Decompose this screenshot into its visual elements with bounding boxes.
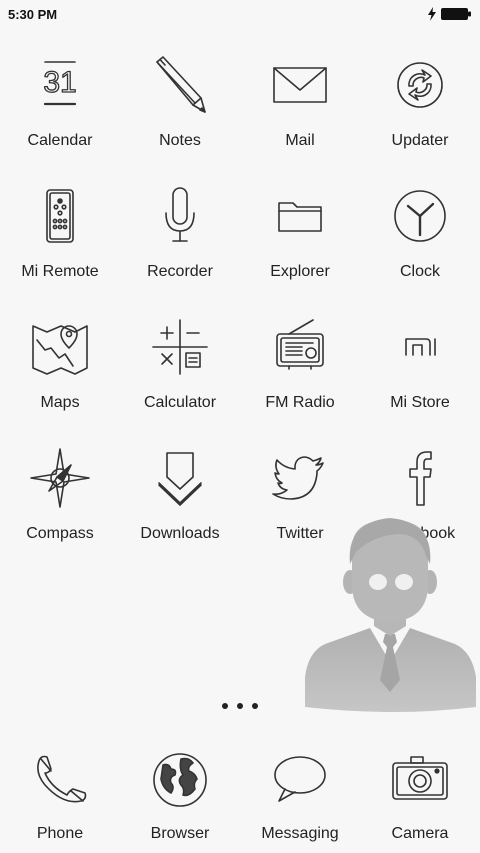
- page-dot[interactable]: [222, 703, 228, 709]
- camera-icon: [385, 745, 455, 815]
- twitter-bird-icon: [265, 443, 335, 513]
- dock-messaging[interactable]: Messaging: [240, 745, 360, 843]
- app-label: Browser: [150, 825, 210, 842]
- speech-bubble-icon: [265, 745, 335, 815]
- calendar-icon: 31: [25, 50, 95, 120]
- charging-bolt-icon: [428, 7, 436, 21]
- radio-icon: [265, 312, 335, 382]
- clock-icon: [385, 181, 455, 251]
- app-compass[interactable]: Compass: [0, 437, 120, 568]
- app-label: Mi Store: [390, 394, 450, 411]
- globe-icon: [145, 745, 215, 815]
- app-clock[interactable]: Clock: [360, 175, 480, 306]
- status-bar: 5:30 PM: [0, 0, 480, 28]
- app-label: Recorder: [147, 263, 213, 280]
- microphone-icon: [145, 181, 215, 251]
- dock-camera[interactable]: Camera: [360, 745, 480, 843]
- phone-handset-icon: [25, 745, 95, 815]
- page-dot-current[interactable]: [237, 703, 243, 709]
- app-label: Maps: [40, 394, 80, 411]
- app-label: Phone: [36, 825, 84, 842]
- app-label: Compass: [26, 525, 94, 542]
- facebook-f-icon: [385, 443, 455, 513]
- status-icons: [427, 7, 472, 21]
- page-dot[interactable]: [252, 703, 258, 709]
- compass-icon: [25, 443, 95, 513]
- page-indicator[interactable]: [0, 700, 480, 712]
- app-explorer[interactable]: Explorer: [240, 175, 360, 306]
- app-mi-remote[interactable]: Mi Remote: [0, 175, 120, 306]
- app-label: Clock: [399, 263, 440, 280]
- app-mi-store[interactable]: Mi Store: [360, 306, 480, 437]
- status-time: 5:30 PM: [8, 6, 58, 22]
- pencil-icon: [145, 50, 215, 120]
- app-label: Mail: [285, 132, 315, 149]
- dock-browser[interactable]: Browser: [120, 745, 240, 843]
- app-notes[interactable]: Notes: [120, 44, 240, 175]
- app-grid: 31 Calendar Notes Mail Updater Mi Remote…: [0, 44, 480, 568]
- app-calculator[interactable]: Calculator: [120, 306, 240, 437]
- app-fm-radio[interactable]: FM Radio: [240, 306, 360, 437]
- app-downloads[interactable]: Downloads: [120, 437, 240, 568]
- envelope-icon: [265, 50, 335, 120]
- app-label: Explorer: [270, 263, 330, 280]
- download-icon: [145, 443, 215, 513]
- calendar-icon-svg: 31: [43, 61, 77, 106]
- app-label: Downloads: [140, 525, 220, 542]
- app-label: Mi Remote: [21, 263, 99, 280]
- mi-logo-icon: [385, 312, 455, 382]
- app-updater[interactable]: Updater: [360, 44, 480, 175]
- dock-phone[interactable]: Phone: [0, 745, 120, 843]
- app-mail[interactable]: Mail: [240, 44, 360, 175]
- app-recorder[interactable]: Recorder: [120, 175, 240, 306]
- refresh-icon: [385, 50, 455, 120]
- app-label: Camera: [391, 825, 449, 842]
- remote-icon: [25, 181, 95, 251]
- app-label: FM Radio: [265, 394, 335, 411]
- app-label: Notes: [159, 132, 201, 149]
- battery-icon: [441, 8, 471, 20]
- app-label: Messaging: [261, 825, 339, 842]
- app-label: Calculator: [143, 394, 217, 411]
- app-label: Calendar: [27, 132, 93, 149]
- folder-icon: [265, 181, 335, 251]
- calculator-icon: [145, 312, 215, 382]
- dock: Phone Browser Messaging Camera: [0, 745, 480, 843]
- app-calendar[interactable]: 31 Calendar: [0, 44, 120, 175]
- app-label: Updater: [391, 132, 449, 149]
- calendar-date: 31: [43, 66, 76, 99]
- map-icon: [25, 312, 95, 382]
- app-maps[interactable]: Maps: [0, 306, 120, 437]
- avatar[interactable]: [300, 512, 480, 712]
